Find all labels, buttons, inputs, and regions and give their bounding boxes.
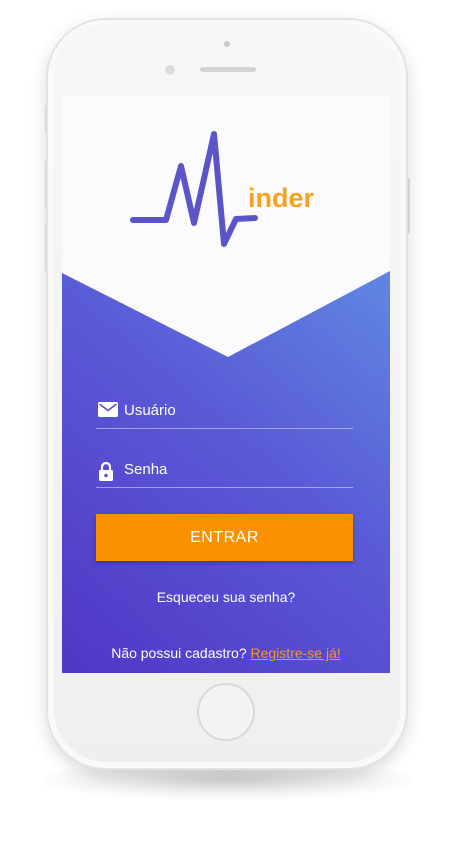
logo-text: inder [248,183,315,213]
mail-icon [98,402,118,422]
signup-link[interactable]: Registre-se já! [251,645,341,661]
earpiece-speaker [200,67,256,72]
password-input[interactable] [124,457,349,481]
home-button[interactable] [197,683,255,741]
forgot-password-link[interactable]: Esqueceu sua senha? [62,589,390,605]
app-logo: inder [62,95,390,280]
heartbeat-logo-icon [130,131,258,247]
lock-icon [98,461,114,486]
proximity-sensor [165,65,175,75]
username-field [96,394,353,429]
front-camera [224,41,230,47]
app-screen: inder ENTRAR Esqueceu sua senha? Não pos… [62,95,390,673]
power-button [406,178,410,234]
username-input[interactable] [124,398,349,422]
password-field [96,453,353,488]
signup-line: Não possui cadastro? Registre-se já! [62,645,390,661]
signup-prompt: Não possui cadastro? [111,645,247,661]
login-button[interactable]: ENTRAR [96,514,353,561]
